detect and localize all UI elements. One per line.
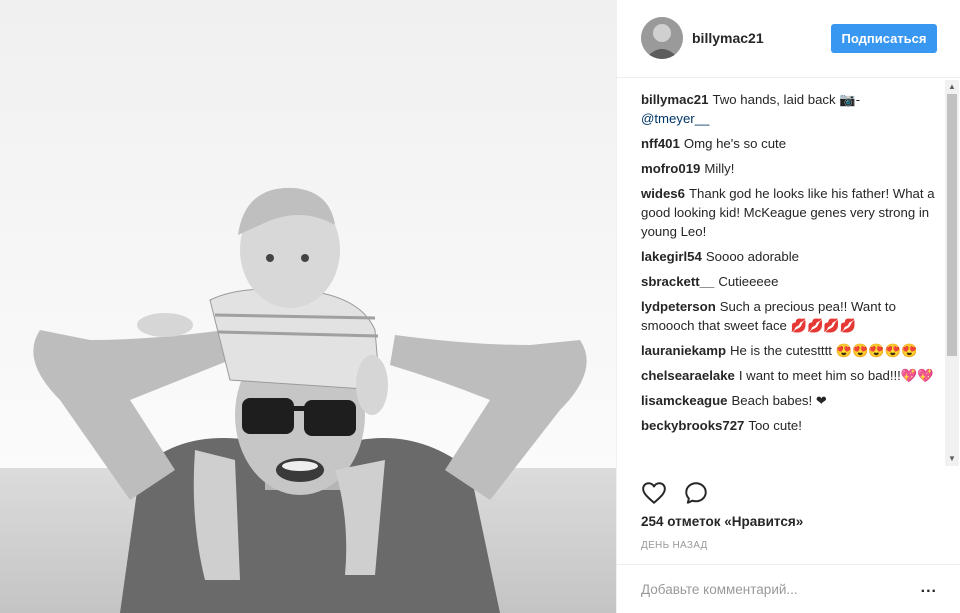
avatar-image: [641, 17, 683, 59]
comment-dash: -: [855, 92, 861, 107]
comment-text: I want to meet him so bad!!!💖💖: [738, 368, 934, 383]
comment-author[interactable]: sbrackett__: [641, 274, 714, 289]
scroll-down-arrow-icon[interactable]: ▼: [945, 452, 959, 466]
comment-author[interactable]: mofro019: [641, 161, 700, 176]
comment-author[interactable]: lakegirl54: [641, 249, 702, 264]
list-item: lisamckeague Beach babes! ❤: [641, 391, 941, 410]
add-comment-input[interactable]: [641, 577, 901, 601]
comment-author[interactable]: beckybrooks727: [641, 418, 744, 433]
list-item: lydpeterson Such a precious pea!! Want to…: [641, 297, 941, 335]
comment-author[interactable]: wides6: [641, 186, 685, 201]
comment-text: Beach babes! ❤: [731, 393, 827, 408]
comment-author[interactable]: lauraniekamp: [641, 343, 726, 358]
follow-button[interactable]: Подписаться: [831, 24, 937, 53]
comment-text: Two hands, laid back: [712, 92, 840, 107]
comment-author[interactable]: nff401: [641, 136, 680, 151]
comment-author[interactable]: lisamckeague: [641, 393, 728, 408]
comment-text: He is the cutestttt 😍😍😍😍😍: [730, 343, 918, 358]
list-item: beckybrooks727 Too cute!: [641, 416, 941, 435]
post-sidebar: billymac21 Подписаться billymac21 Two han…: [616, 0, 960, 613]
comment-text: Too cute!: [748, 418, 802, 433]
caption-comment: billymac21 Two hands, laid back 📷- @tmeye…: [641, 90, 941, 128]
post-header: billymac21 Подписаться: [617, 0, 960, 78]
comment-text: Cutieeeee: [718, 274, 779, 289]
list-item: wides6 Thank god he looks like his father…: [641, 184, 941, 241]
list-item: lauraniekamp He is the cutestttt 😍😍😍😍😍: [641, 341, 941, 360]
comment-author[interactable]: lydpeterson: [641, 299, 716, 314]
scroll-up-arrow-icon[interactable]: ▲: [945, 80, 959, 94]
comment-text: Thank god he looks like his father! What…: [641, 186, 935, 239]
post-photo[interactable]: [0, 0, 616, 613]
heart-outline-icon: [642, 482, 666, 504]
post-actions: [641, 480, 741, 506]
list-item: chelsearaelake I want to meet him so bad!…: [641, 366, 941, 385]
photo-illustration: [0, 0, 616, 613]
list-item: mofro019 Milly!: [641, 159, 941, 178]
comment-author[interactable]: billymac21: [641, 92, 708, 107]
avatar[interactable]: [641, 17, 683, 59]
camera-icon: 📷: [839, 92, 856, 107]
comment-author[interactable]: chelsearaelake: [641, 368, 735, 383]
comment-text: Milly!: [704, 161, 735, 176]
comment-icon[interactable]: [683, 480, 709, 506]
comments-scrollbar[interactable]: ▲ ▼: [945, 80, 959, 466]
list-item: sbrackett__ Cutieeeee: [641, 272, 941, 291]
mention-link[interactable]: @tmeyer__: [641, 111, 709, 126]
list-item: nff401 Omg he's so cute: [641, 134, 941, 153]
add-comment-bar: ...: [617, 564, 960, 613]
comment-text: Omg he's so cute: [683, 136, 787, 151]
list-item: lakegirl54 Soooo adorable: [641, 247, 941, 266]
speech-bubble-icon: [685, 482, 707, 504]
post-timestamp[interactable]: ДЕНЬ НАЗАД: [641, 540, 708, 551]
comment-text: Soooo adorable: [705, 249, 799, 264]
comments-list[interactable]: billymac21 Two hands, laid back 📷- @tmeye…: [641, 90, 941, 468]
more-options-icon[interactable]: ...: [921, 579, 937, 597]
scrollbar-thumb[interactable]: [947, 94, 957, 356]
likes-count[interactable]: 254 отметок «Нравится»: [641, 514, 803, 529]
heart-icon[interactable]: [641, 480, 667, 506]
post-username[interactable]: billymac21: [692, 30, 764, 46]
